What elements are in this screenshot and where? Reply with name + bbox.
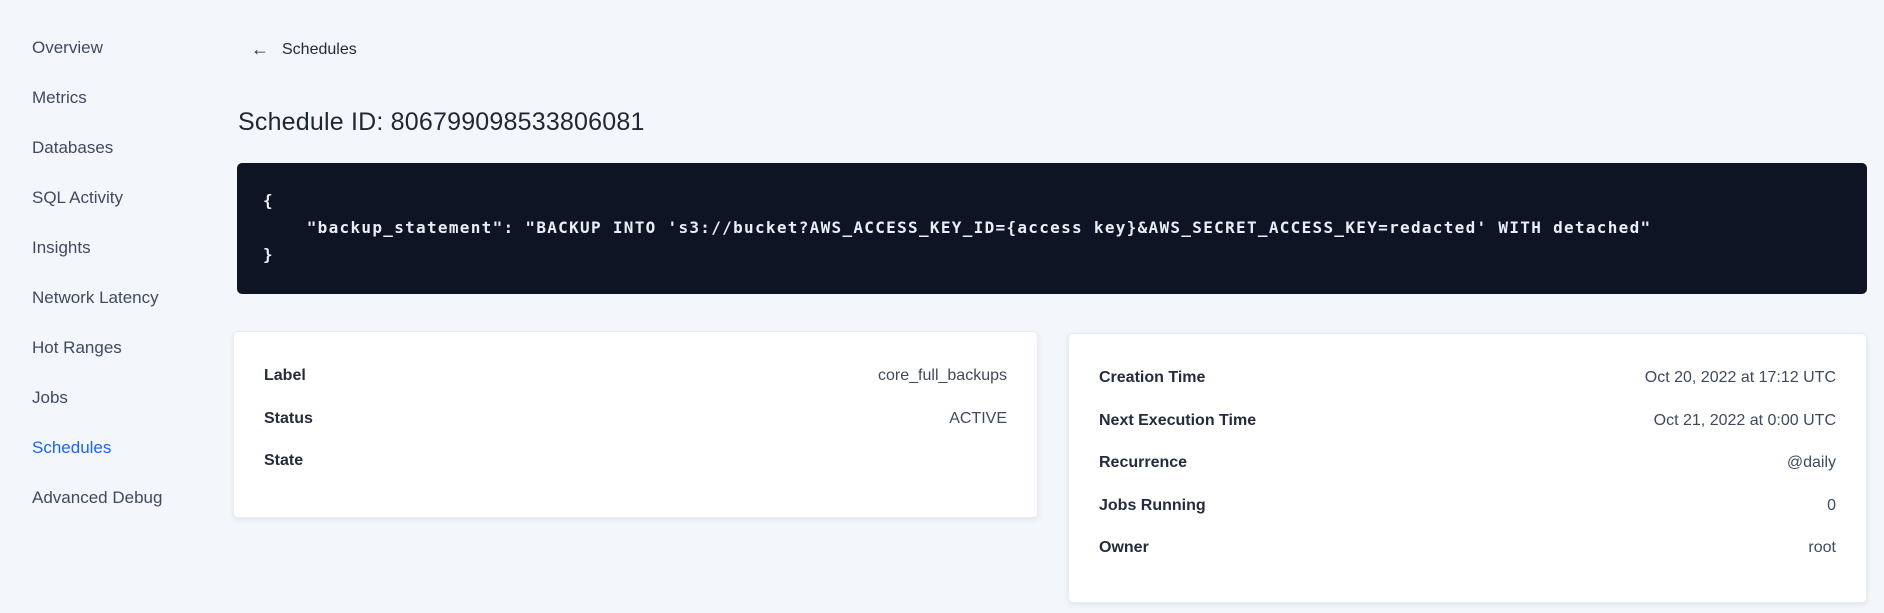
back-link-label: Schedules xyxy=(282,41,357,58)
sidebar-item-label: Databases xyxy=(32,138,114,157)
detail-value: @daily xyxy=(1786,454,1836,472)
detail-label: State xyxy=(264,452,304,470)
schedule-summary-card: Label core_full_backups Status ACTIVE St… xyxy=(233,331,1038,518)
sidebar-item[interactable]: Hot Ranges xyxy=(0,323,237,373)
detail-value: root xyxy=(1808,539,1836,557)
detail-row: Status ACTIVE xyxy=(264,398,1007,441)
detail-value: 0 xyxy=(1827,496,1836,514)
sidebar-nav: Overview Metrics Databases SQL Activity … xyxy=(0,23,237,523)
sidebar-item-label: Advanced Debug xyxy=(32,488,163,507)
detail-label: Recurrence xyxy=(1099,454,1188,472)
sidebar-item-label: Insights xyxy=(32,238,91,257)
page-title: Schedule ID: 806799098533806081 xyxy=(238,107,645,136)
sidebar-item-label: Hot Ranges xyxy=(32,338,122,357)
sidebar-item-label: Jobs xyxy=(32,388,68,407)
sidebar-item[interactable]: Databases xyxy=(0,123,237,173)
sidebar-item-label: Schedules xyxy=(32,438,112,457)
sidebar-item[interactable]: Jobs xyxy=(0,373,237,423)
sidebar-item-label: SQL Activity xyxy=(32,188,124,207)
sidebar-item-label: Metrics xyxy=(32,88,87,107)
schedule-statement-code-block: { "backup_statement": "BACKUP INTO 's3:/… xyxy=(237,163,1867,294)
sidebar-item[interactable]: Metrics xyxy=(0,73,237,123)
detail-label: Creation Time xyxy=(1099,369,1206,387)
sidebar-item-label: Network Latency xyxy=(32,288,159,307)
detail-row: Label core_full_backups xyxy=(264,355,1007,398)
code-line: "backup_statement": "BACKUP INTO 's3://b… xyxy=(263,218,1652,237)
detail-row: State xyxy=(264,440,1007,483)
sidebar-item-label: Overview xyxy=(32,38,103,57)
detail-value: core_full_backups xyxy=(878,367,1007,385)
back-arrow-icon: ← xyxy=(251,39,269,59)
sidebar-item[interactable]: Insights xyxy=(0,223,237,273)
code-line: { xyxy=(263,191,274,210)
detail-row: Next Execution Time Oct 21, 2022 at 0:00… xyxy=(1099,400,1836,443)
detail-row: Recurrence @daily xyxy=(1099,442,1836,485)
detail-value: Oct 21, 2022 at 0:00 UTC xyxy=(1653,411,1836,429)
detail-value: Oct 20, 2022 at 17:12 UTC xyxy=(1644,369,1836,387)
sidebar-item[interactable]: Advanced Debug xyxy=(0,473,237,523)
sidebar-item[interactable]: Overview xyxy=(0,23,237,73)
back-to-schedules-link[interactable]: ← Schedules xyxy=(251,39,357,59)
detail-label: Status xyxy=(264,409,313,427)
detail-label: Jobs Running xyxy=(1099,496,1206,514)
detail-label: Next Execution Time xyxy=(1099,411,1257,429)
sidebar-item[interactable]: Schedules xyxy=(0,423,237,473)
detail-label: Label xyxy=(264,367,306,385)
schedule-timing-card: Creation Time Oct 20, 2022 at 17:12 UTC … xyxy=(1068,333,1867,603)
sidebar-item[interactable]: Network Latency xyxy=(0,273,237,323)
sidebar-item[interactable]: SQL Activity xyxy=(0,173,237,223)
code-line: } xyxy=(263,245,274,264)
detail-row: Owner root xyxy=(1099,527,1836,570)
detail-value: ACTIVE xyxy=(949,409,1007,427)
detail-label: Owner xyxy=(1099,539,1149,557)
detail-row: Creation Time Oct 20, 2022 at 17:12 UTC xyxy=(1099,357,1836,400)
detail-row: Jobs Running 0 xyxy=(1099,485,1836,528)
